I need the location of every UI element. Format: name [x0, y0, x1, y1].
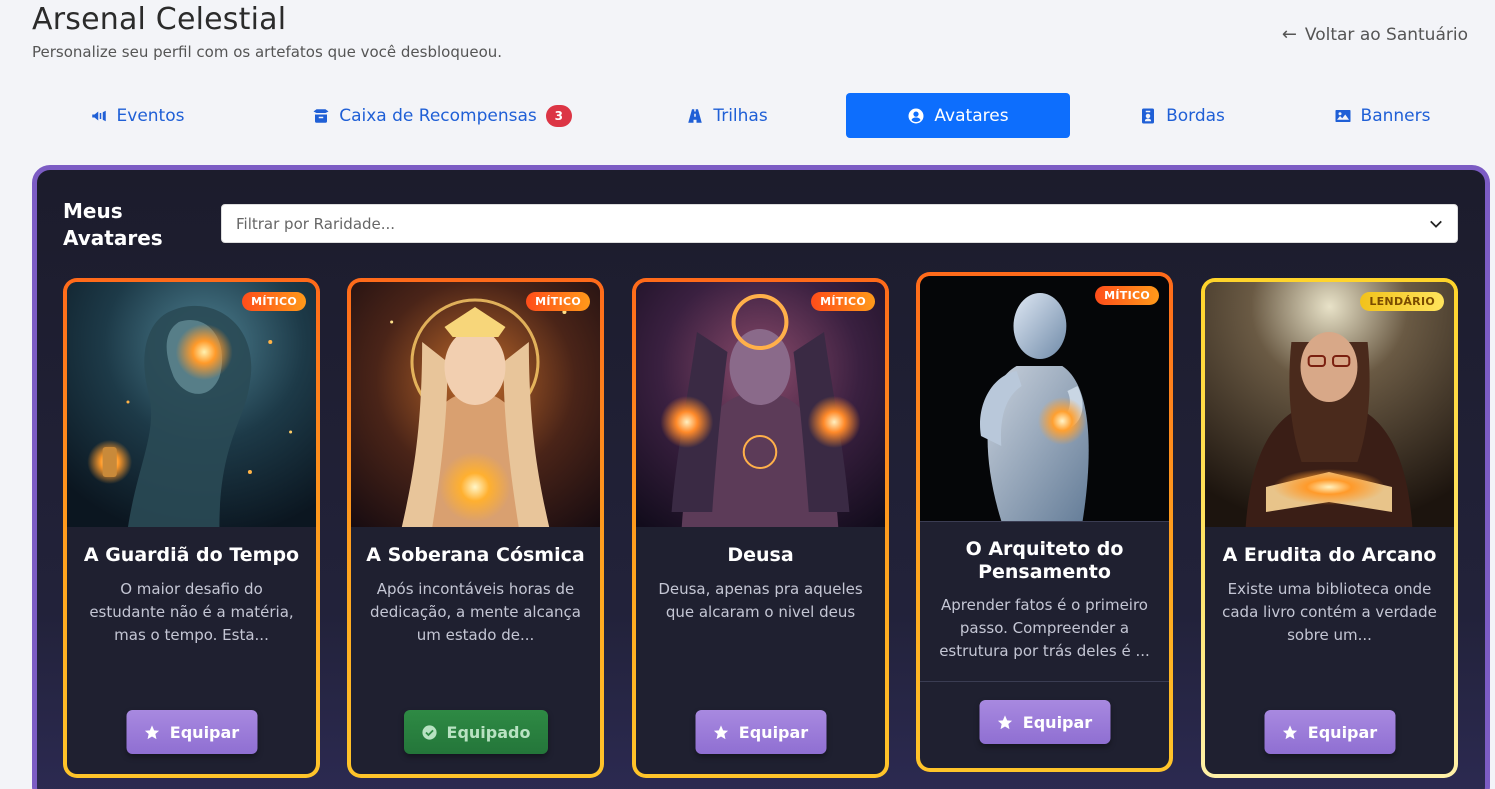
tab-label: Eventos: [116, 105, 185, 126]
avatar-description: Aprender fatos é o primeiro passo. Compr…: [939, 596, 1150, 660]
avatar-description: Após incontáveis horas de dedicação, a m…: [370, 580, 581, 644]
rarity-badge: LENDÁRIO: [1360, 292, 1444, 311]
avatar-card: MÍTICO A Guardiã do Tempo O maior desafi…: [63, 278, 320, 778]
image-icon: [1335, 109, 1351, 122]
tab-eventos[interactable]: Eventos: [32, 93, 242, 138]
rarity-badge: MÍTICO: [526, 292, 590, 311]
avatar-card: LENDÁRIO A Erudita do Arcano Existe uma …: [1201, 278, 1458, 778]
avatar-card: MÍTICO O Arquiteto do Pensamento Aprende…: [916, 272, 1173, 772]
chevron-down-icon: [1430, 220, 1442, 228]
tab-avatares[interactable]: Avatares: [846, 93, 1070, 138]
equip-button[interactable]: Equipar: [695, 710, 826, 754]
equip-button[interactable]: Equipar: [979, 700, 1110, 744]
tab-trilhas[interactable]: Trilhas: [652, 93, 802, 138]
panel-title: Meus Avatares: [63, 199, 163, 250]
star-icon: [1283, 724, 1298, 739]
tab-caixa-de-recompensas[interactable]: Caixa de Recompensas 3: [282, 93, 602, 138]
avatar-art-image: MÍTICO: [920, 276, 1169, 521]
avatar-art-image: MÍTICO: [67, 282, 316, 527]
equip-button-label: Equipar: [738, 722, 809, 742]
tab-label: Avatares: [934, 105, 1009, 126]
tab-label: Trilhas: [713, 105, 768, 126]
tab-label: Caixa de Recompensas: [339, 105, 537, 126]
card-divider: [920, 681, 1169, 682]
avatar-name: A Guardiã do Tempo: [83, 544, 300, 566]
equipped-button[interactable]: Equipado: [403, 710, 548, 754]
avatar-name: Deusa: [727, 544, 794, 566]
tab-label: Bordas: [1166, 105, 1225, 126]
avatar-name: A Erudita do Arcano: [1222, 544, 1437, 566]
equip-button-label: Equipar: [169, 722, 240, 742]
avatars-panel: Meus Avatares Filtrar por Raridade... MÍ…: [32, 165, 1490, 789]
avatar-art-image: MÍTICO: [351, 282, 600, 527]
back-link[interactable]: ← Voltar ao Santuário: [1282, 24, 1468, 45]
road-icon: [688, 108, 703, 123]
avatar-description: Existe uma biblioteca onde cada livro co…: [1222, 580, 1437, 644]
box-icon: [313, 108, 329, 123]
rarity-filter-placeholder: Filtrar por Raridade...: [236, 214, 396, 233]
equipped-button-label: Equipado: [446, 722, 531, 742]
tab-label: Banners: [1360, 105, 1431, 126]
id-badge-icon: [1142, 108, 1155, 123]
avatar-name: O Arquiteto do Pensamento: [965, 538, 1124, 583]
star-icon: [145, 724, 160, 739]
rarity-badge: MÍTICO: [811, 292, 875, 311]
star-icon: [998, 714, 1013, 729]
arrow-left-icon: ←: [1281, 24, 1297, 45]
user-circle-icon: [908, 108, 924, 123]
avatar-art-image: MÍTICO: [636, 282, 885, 527]
avatar-description: Deusa, apenas pra aqueles que alcaram o …: [658, 580, 863, 621]
card-divider: [920, 521, 1169, 522]
avatar-art-image: LENDÁRIO: [1205, 282, 1454, 527]
rarity-badge: MÍTICO: [1095, 286, 1159, 305]
tab-banners[interactable]: Banners: [1302, 93, 1462, 138]
avatar-card: MÍTICO A Soberana Cósmica Após incontáve…: [347, 278, 604, 778]
avatar-description: O maior desafio do estudante não é a mat…: [89, 580, 294, 644]
avatar-name: A Soberana Cósmica: [366, 544, 585, 566]
tab-bar: Eventos Caixa de Recompensas 3 Trilhas A…: [32, 93, 1472, 138]
equip-button[interactable]: Equipar: [126, 710, 257, 754]
check-circle-icon: [421, 724, 437, 740]
page-subtitle: Personalize seu perfil com os artefatos …: [32, 43, 503, 61]
megaphone-icon: [91, 110, 106, 121]
tab-bordas[interactable]: Bordas: [1102, 93, 1262, 138]
star-icon: [714, 724, 729, 739]
equip-button[interactable]: Equipar: [1264, 710, 1395, 754]
page-title: Arsenal Celestial: [32, 2, 287, 37]
equip-button-label: Equipar: [1307, 722, 1378, 742]
rarity-badge: MÍTICO: [242, 292, 306, 311]
reward-count-badge: 3: [545, 104, 572, 127]
equip-button-label: Equipar: [1022, 712, 1093, 732]
avatar-card: MÍTICO Deusa Deusa, apenas pra aqueles q…: [632, 278, 889, 778]
rarity-filter-select[interactable]: Filtrar por Raridade...: [221, 204, 1458, 243]
back-link-label: Voltar ao Santuário: [1304, 24, 1468, 45]
